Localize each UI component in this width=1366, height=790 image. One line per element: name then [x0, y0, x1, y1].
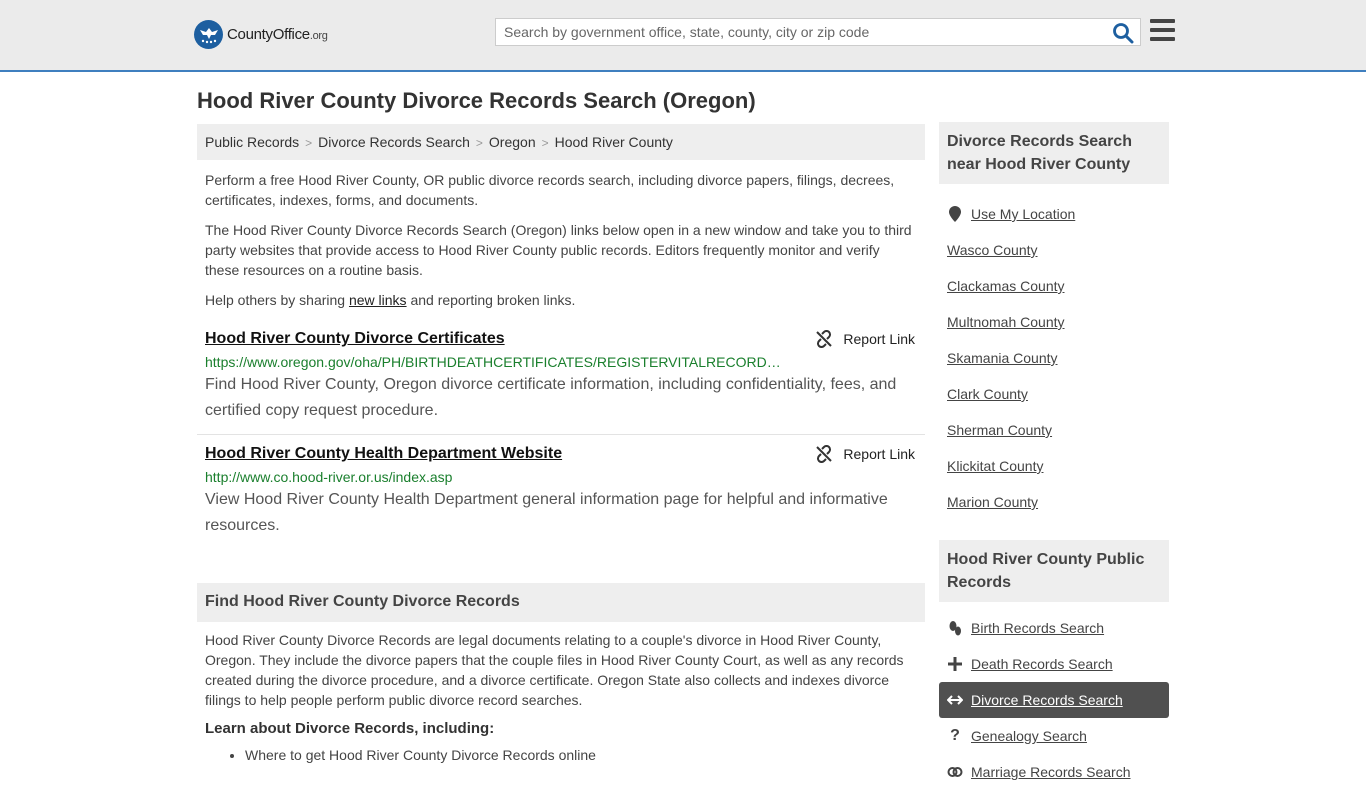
- logo-text: CountyOffice.org: [227, 26, 328, 43]
- breadcrumb-separator: >: [305, 136, 313, 150]
- intro-text: Perform a free Hood River County, OR pub…: [197, 170, 925, 310]
- hamburger-menu-icon[interactable]: [1150, 19, 1175, 41]
- new-links-link[interactable]: new links: [349, 292, 407, 308]
- breadcrumb-separator: >: [541, 136, 549, 150]
- intro-paragraph-2: The Hood River County Divorce Records Se…: [205, 222, 912, 278]
- nearby-county-list: Use My Location Wasco County Clackamas C…: [939, 196, 1169, 520]
- map-pin-icon: [947, 206, 963, 222]
- sidebar: Divorce Records Search near Hood River C…: [939, 122, 1169, 790]
- resource-link-description: View Hood River County Health Department…: [205, 491, 888, 534]
- find-records-paragraph: Hood River County Divorce Records are le…: [205, 632, 904, 708]
- sidebar-item-genealogy[interactable]: ? Genealogy Search: [939, 718, 1169, 754]
- breadcrumb-item-public-records[interactable]: Public Records: [205, 134, 299, 150]
- learn-heading: Learn about Divorce Records, including:: [205, 720, 495, 737]
- cross-icon: [947, 657, 963, 671]
- breadcrumb-item-oregon[interactable]: Oregon: [489, 134, 536, 150]
- site-logo[interactable]: CountyOffice.org: [194, 20, 328, 49]
- report-link-button[interactable]: Report Link: [815, 445, 915, 463]
- public-records-list: Birth Records Search Death Records Searc…: [939, 610, 1169, 790]
- arrows-split-icon: [947, 694, 963, 706]
- sidebar-item-klickitat[interactable]: Klickitat County: [939, 448, 1169, 484]
- broken-link-icon: [816, 330, 833, 348]
- use-my-location-item[interactable]: Use My Location: [939, 196, 1169, 232]
- breadcrumb: Public Records > Divorce Records Search > Or…: [197, 124, 925, 160]
- resource-link-title[interactable]: Hood River County Health Department Webs…: [205, 445, 917, 463]
- sidebar-item-death-records[interactable]: Death Records Search: [939, 646, 1169, 682]
- find-records-heading: Find Hood River County Divorce Records: [197, 583, 925, 622]
- resource-link-title[interactable]: Hood River County Divorce Certificates: [205, 330, 917, 348]
- resource-link-item: Hood River County Divorce Certificates R…: [197, 330, 925, 435]
- sidebar-item-divorce-records[interactable]: Divorce Records Search: [939, 682, 1169, 718]
- logo-eagle-icon: [194, 20, 223, 49]
- sidebar-item-clackamas[interactable]: Clackamas County: [939, 268, 1169, 304]
- sidebar-item-marion[interactable]: Marion County: [939, 484, 1169, 520]
- breadcrumb-item-divorce-records[interactable]: Divorce Records Search: [318, 134, 470, 150]
- breadcrumb-item-county[interactable]: Hood River County: [555, 134, 673, 150]
- resource-link-description: Find Hood River County, Oregon divorce c…: [205, 376, 897, 419]
- intro-paragraph-1: Perform a free Hood River County, OR pub…: [205, 172, 895, 208]
- site-header: CountyOffice.org: [0, 0, 1366, 72]
- broken-link-icon: [816, 445, 833, 463]
- main-content: Public Records > Divorce Records Search > Or…: [197, 124, 925, 763]
- sidebar-item-marriage-records[interactable]: Marriage Records Search: [939, 754, 1169, 790]
- sidebar-item-wasco[interactable]: Wasco County: [939, 232, 1169, 268]
- sidebar-item-clark[interactable]: Clark County: [939, 376, 1169, 412]
- public-records-heading: Hood River County Public Records: [939, 540, 1169, 602]
- sidebar-item-multnomah[interactable]: Multnomah County: [939, 304, 1169, 340]
- sidebar-item-skamania[interactable]: Skamania County: [939, 340, 1169, 376]
- resource-link-url[interactable]: http://www.co.hood-river.or.us/index.asp: [205, 469, 785, 485]
- resource-link-url[interactable]: https://www.oregon.gov/oha/PH/BIRTHDEATH…: [205, 354, 785, 370]
- learn-list: Where to get Hood River County Divorce R…: [197, 747, 925, 763]
- sidebar-item-sherman[interactable]: Sherman County: [939, 412, 1169, 448]
- search-icon[interactable]: [1112, 22, 1134, 44]
- sidebar-item-birth-records[interactable]: Birth Records Search: [939, 610, 1169, 646]
- report-link-button[interactable]: Report Link: [815, 330, 915, 348]
- intro-paragraph-3: Help others by sharing new links and rep…: [205, 292, 576, 308]
- question-icon: ?: [950, 727, 960, 744]
- page-title: Hood River County Divorce Records Search…: [197, 88, 756, 113]
- nearby-heading: Divorce Records Search near Hood River C…: [939, 122, 1169, 184]
- learn-list-item: Where to get Hood River County Divorce R…: [245, 747, 925, 763]
- footprint-icon: [947, 620, 963, 636]
- use-my-location-link[interactable]: Use My Location: [971, 206, 1075, 222]
- resource-link-item: Hood River County Health Department Webs…: [197, 445, 925, 539]
- search-bar: [495, 18, 1141, 46]
- search-input[interactable]: [496, 19, 1096, 45]
- breadcrumb-separator: >: [475, 136, 483, 150]
- find-records-body: Hood River County Divorce Records are le…: [197, 630, 925, 763]
